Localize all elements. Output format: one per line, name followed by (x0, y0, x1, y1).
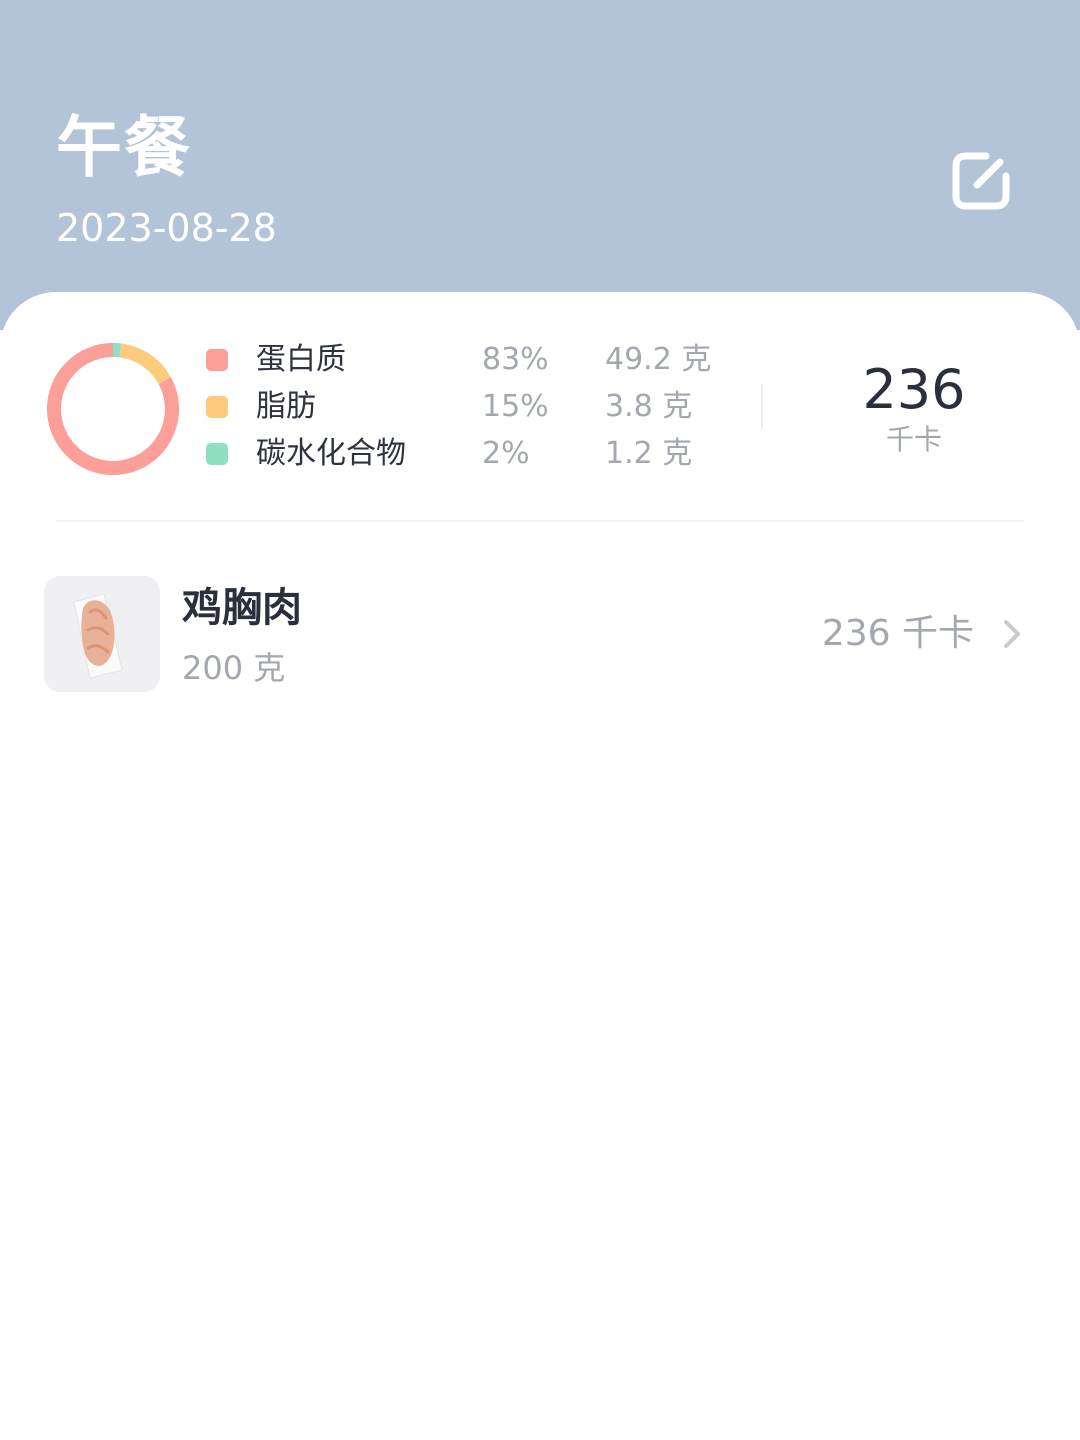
meal-title: 午餐 (56, 109, 192, 186)
section-divider (56, 520, 1024, 522)
fat-swatch (206, 396, 228, 418)
fat-grams: 3.8 克 (605, 389, 693, 424)
fat-percent: 15% (482, 389, 549, 424)
protein-percent: 83% (482, 342, 549, 377)
summary-divider (761, 384, 763, 430)
carbs-percent: 2% (482, 436, 530, 471)
food-weight: 200 克 (182, 649, 286, 687)
protein-swatch (206, 349, 228, 371)
food-item[interactable]: 鸡胸肉 200 克 236 千卡 (0, 560, 1080, 710)
chevron-right-icon (1004, 620, 1020, 648)
meal-date: 2023-08-28 (56, 206, 277, 250)
macro-row-protein: 蛋白质 83% 49.2 克 (0, 338, 760, 384)
macro-row-fat: 脂肪 15% 3.8 克 (0, 385, 760, 431)
food-calories: 236 千卡 (821, 613, 974, 654)
edit-button[interactable] (944, 144, 1018, 218)
protein-grams: 49.2 克 (605, 342, 712, 377)
total-calories: 236 (862, 358, 966, 421)
food-thumbnail (44, 576, 160, 692)
macro-row-carbs: 碳水化合物 2% 1.2 克 (0, 432, 760, 478)
food-name: 鸡胸肉 (182, 585, 302, 631)
total-calories-unit: 千卡 (885, 423, 942, 456)
chicken-breast-photo (44, 576, 160, 692)
carbs-label: 碳水化合物 (256, 436, 406, 471)
carbs-swatch (206, 443, 228, 465)
header: 午餐 2023-08-28 (0, 0, 1080, 330)
protein-label: 蛋白质 (256, 342, 346, 377)
carbs-grams: 1.2 克 (605, 436, 693, 471)
fat-label: 脂肪 (256, 389, 316, 424)
edit-icon (952, 152, 1010, 210)
